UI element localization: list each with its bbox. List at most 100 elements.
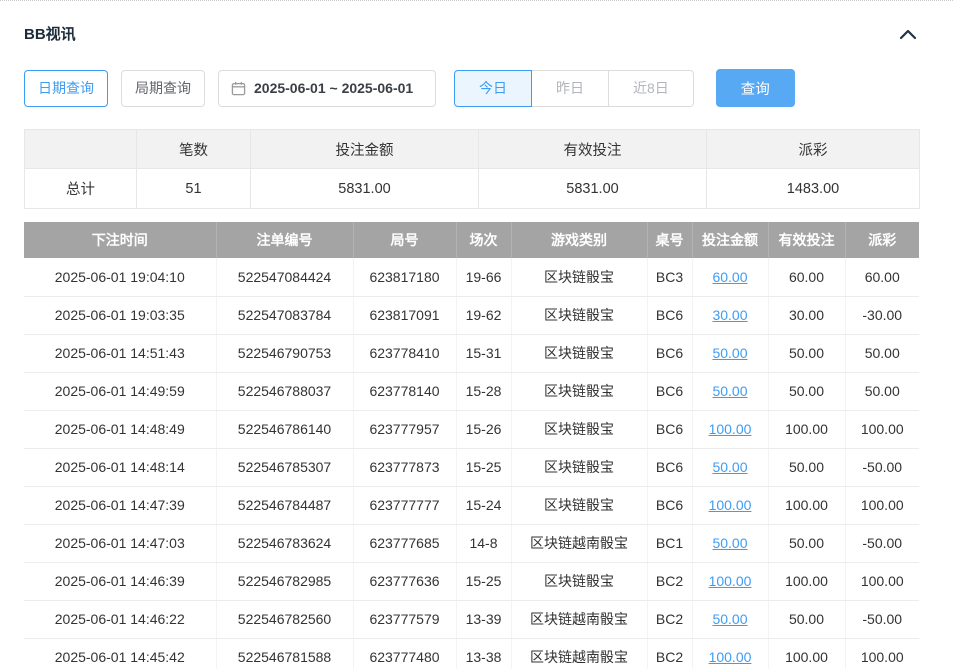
cell-bet-amount: 50.00 <box>692 600 768 638</box>
table-row: 2025-06-01 14:47:39 522546784487 6237777… <box>24 486 919 524</box>
cell-valid-bet: 50.00 <box>768 372 845 410</box>
cell-round-no: 623777480 <box>353 638 456 669</box>
bet-amount-link[interactable]: 100.00 <box>709 421 752 437</box>
table-row: 2025-06-01 14:51:43 522546790753 6237784… <box>24 334 919 372</box>
bet-amount-link[interactable]: 60.00 <box>712 269 747 285</box>
date-range-value: 2025-06-01 ~ 2025-06-01 <box>254 80 413 96</box>
cell-round-no: 623777957 <box>353 410 456 448</box>
col-header-bet-time: 下注时间 <box>24 222 216 258</box>
cell-bet-time: 2025-06-01 19:03:35 <box>24 296 216 334</box>
cell-session: 19-62 <box>456 296 511 334</box>
cell-game-type: 区块链骰宝 <box>511 334 647 372</box>
cell-game-type: 区块链骰宝 <box>511 448 647 486</box>
bet-table-body: 2025-06-01 19:04:10 522547084424 6238171… <box>24 258 919 669</box>
col-header-order-no: 注单编号 <box>216 222 353 258</box>
collapse-button[interactable] <box>897 26 919 42</box>
cell-session: 15-28 <box>456 372 511 410</box>
cell-valid-bet: 50.00 <box>768 448 845 486</box>
cell-valid-bet: 50.00 <box>768 524 845 562</box>
calendar-icon <box>231 81 246 96</box>
top-dotted-divider <box>0 0 953 1</box>
table-row: 2025-06-01 14:46:22 522546782560 6237775… <box>24 600 919 638</box>
date-range-input[interactable]: 2025-06-01 ~ 2025-06-01 <box>218 70 436 107</box>
cell-session: 13-39 <box>456 600 511 638</box>
bet-amount-link[interactable]: 50.00 <box>712 345 747 361</box>
quick-range-today[interactable]: 今日 <box>454 70 532 107</box>
cell-payout: 100.00 <box>845 486 919 524</box>
cell-bet-time: 2025-06-01 14:46:39 <box>24 562 216 600</box>
cell-bet-amount: 60.00 <box>692 258 768 296</box>
filter-bar: 日期查询 局期查询 2025-06-01 ~ 2025-06-01 今日 昨日 … <box>24 69 919 107</box>
cell-game-type: 区块链骰宝 <box>511 258 647 296</box>
bet-records-panel: BB视讯 日期查询 局期查询 2025-06-01 ~ 2025-06-01 今… <box>0 23 953 669</box>
cell-order-no: 522546781588 <box>216 638 353 669</box>
bet-amount-link[interactable]: 30.00 <box>712 307 747 323</box>
cell-bet-amount: 100.00 <box>692 562 768 600</box>
cell-game-type: 区块链越南骰宝 <box>511 524 647 562</box>
cell-order-no: 522547083784 <box>216 296 353 334</box>
cell-bet-amount: 50.00 <box>692 448 768 486</box>
bet-amount-link[interactable]: 50.00 <box>712 383 747 399</box>
cell-game-type: 区块链越南骰宝 <box>511 638 647 669</box>
cell-round-no: 623778140 <box>353 372 456 410</box>
cell-table-no: BC6 <box>647 486 692 524</box>
summary-header-row: 笔数 投注金额 有效投注 派彩 <box>25 130 920 169</box>
panel-header: BB视讯 <box>24 23 919 44</box>
quick-range-last8days[interactable]: 近8日 <box>608 70 694 107</box>
summary-corner-cell <box>25 130 137 169</box>
cell-bet-amount: 50.00 <box>692 524 768 562</box>
bet-table-header-row: 下注时间 注单编号 局号 场次 游戏类别 桌号 投注金额 有效投注 派彩 <box>24 222 919 258</box>
cell-valid-bet: 50.00 <box>768 600 845 638</box>
cell-game-type: 区块链越南骰宝 <box>511 600 647 638</box>
round-query-button[interactable]: 局期查询 <box>121 70 205 107</box>
summary-total-label: 总计 <box>25 169 137 209</box>
cell-session: 13-38 <box>456 638 511 669</box>
col-header-payout: 派彩 <box>845 222 919 258</box>
cell-table-no: BC6 <box>647 296 692 334</box>
bet-amount-link[interactable]: 100.00 <box>709 649 752 665</box>
summary-count-value: 51 <box>137 169 251 209</box>
cell-payout: 60.00 <box>845 258 919 296</box>
cell-order-no: 522546783624 <box>216 524 353 562</box>
cell-round-no: 623817180 <box>353 258 456 296</box>
bet-amount-link[interactable]: 50.00 <box>712 459 747 475</box>
date-query-button[interactable]: 日期查询 <box>24 70 108 107</box>
summary-header-payout: 派彩 <box>707 130 920 169</box>
col-header-bet-amount: 投注金额 <box>692 222 768 258</box>
col-header-round-no: 局号 <box>353 222 456 258</box>
cell-table-no: BC6 <box>647 372 692 410</box>
col-header-session: 场次 <box>456 222 511 258</box>
bet-amount-link[interactable]: 50.00 <box>712 611 747 627</box>
quick-range-yesterday[interactable]: 昨日 <box>531 70 609 107</box>
cell-table-no: BC2 <box>647 600 692 638</box>
cell-table-no: BC6 <box>647 448 692 486</box>
table-row: 2025-06-01 14:46:39 522546782985 6237776… <box>24 562 919 600</box>
summary-valid-bet-value: 5831.00 <box>479 169 707 209</box>
cell-payout: -50.00 <box>845 448 919 486</box>
cell-bet-amount: 30.00 <box>692 296 768 334</box>
bet-amount-link[interactable]: 100.00 <box>709 573 752 589</box>
summary-payout-value: 1483.00 <box>707 169 920 209</box>
table-row: 2025-06-01 14:45:42 522546781588 6237774… <box>24 638 919 669</box>
cell-payout: -30.00 <box>845 296 919 334</box>
bet-amount-link[interactable]: 50.00 <box>712 535 747 551</box>
cell-order-no: 522546790753 <box>216 334 353 372</box>
page-title: BB视讯 <box>24 23 76 44</box>
cell-session: 15-24 <box>456 486 511 524</box>
cell-game-type: 区块链骰宝 <box>511 372 647 410</box>
cell-order-no: 522546786140 <box>216 410 353 448</box>
cell-bet-amount: 100.00 <box>692 638 768 669</box>
cell-payout: 50.00 <box>845 334 919 372</box>
search-button[interactable]: 查询 <box>716 69 795 107</box>
cell-valid-bet: 30.00 <box>768 296 845 334</box>
cell-valid-bet: 50.00 <box>768 334 845 372</box>
chevron-up-icon <box>899 28 917 40</box>
cell-game-type: 区块链骰宝 <box>511 410 647 448</box>
col-header-table-no: 桌号 <box>647 222 692 258</box>
bet-amount-link[interactable]: 100.00 <box>709 497 752 513</box>
cell-round-no: 623777873 <box>353 448 456 486</box>
summary-header-bet-amount: 投注金额 <box>251 130 479 169</box>
table-row: 2025-06-01 14:49:59 522546788037 6237781… <box>24 372 919 410</box>
cell-table-no: BC2 <box>647 638 692 669</box>
cell-payout: 50.00 <box>845 372 919 410</box>
